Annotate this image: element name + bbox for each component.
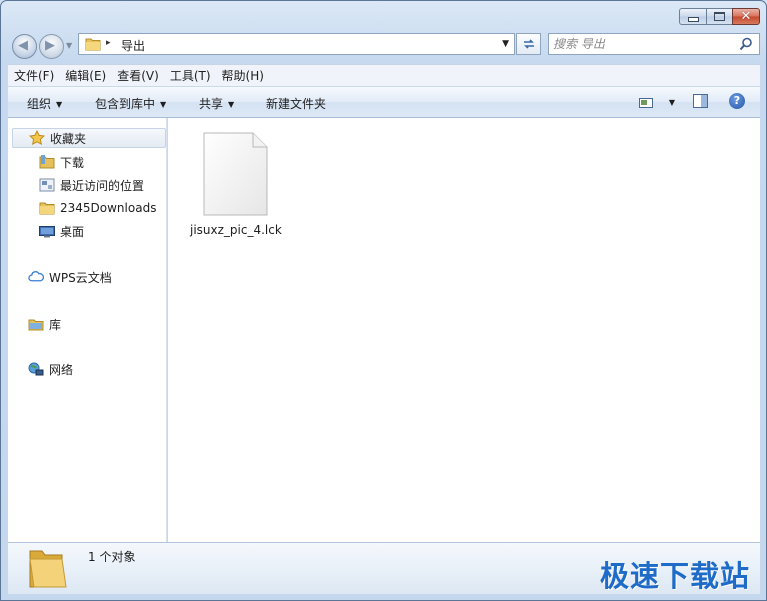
breadcrumb-separator[interactable]: ▸ [106, 38, 111, 48]
nav-desktop-label: 桌面 [60, 224, 85, 239]
menu-file[interactable]: 文件(F) [8, 67, 59, 84]
nav-network[interactable]: 网络 [28, 359, 73, 379]
nav-favorites-label: 收藏夹 [50, 131, 87, 146]
nav-desktop[interactable]: 桌面 [39, 221, 84, 241]
recent-pages-dropdown[interactable]: ▼ [66, 41, 72, 50]
close-button[interactable]: ✕ [732, 8, 760, 25]
chevron-down-icon: ▼ [56, 100, 63, 109]
minimize-button[interactable] [679, 8, 706, 25]
share-label: 共享 [199, 97, 224, 111]
folder-download-icon [39, 155, 55, 169]
menu-edit[interactable]: 编辑(E) [59, 67, 111, 84]
command-bar: 组织 ▼ 包含到库中 ▼ 共享 ▼ 新建文件夹 ▼ ? [8, 87, 760, 118]
star-icon [29, 130, 45, 146]
nav-libraries-label: 库 [49, 317, 62, 332]
nav-recent-places-label: 最近访问的位置 [60, 178, 145, 193]
explorer-window: ✕ ◀ ▶ ▼ ▸ 导出 ▼ 文件(F) 编辑(E) 查看(V) 工具(T) 帮… [0, 0, 767, 601]
file-item[interactable]: jisuxz_pic_4.lck [190, 132, 282, 237]
refresh-icon [523, 39, 534, 49]
search-icon[interactable] [739, 37, 753, 51]
forward-arrow-icon: ▶ [45, 38, 55, 53]
new-folder-label: 新建文件夹 [266, 97, 327, 111]
help-icon[interactable]: ? [729, 93, 745, 109]
nav-recent-places[interactable]: 最近访问的位置 [39, 175, 144, 195]
change-view-button[interactable]: ▼ [639, 95, 675, 109]
folder-icon [39, 202, 55, 215]
nav-wps-cloud-label: WPS云文档 [49, 270, 112, 285]
nav-favorites[interactable]: 收藏夹 [12, 128, 166, 148]
file-list-pane[interactable]: jisuxz_pic_4.lck [168, 118, 760, 542]
breadcrumb-current[interactable]: 导出 [121, 37, 145, 54]
menu-tools[interactable]: 工具(T) [164, 67, 216, 84]
chevron-down-icon: ▼ [668, 98, 675, 107]
chevron-down-icon: ▼ [160, 100, 167, 109]
search-input[interactable] [553, 36, 733, 52]
folder-icon [85, 38, 101, 51]
file-name: jisuxz_pic_4.lck [190, 223, 282, 237]
nav-network-label: 网络 [49, 362, 74, 377]
back-button[interactable]: ◀ [12, 34, 37, 59]
file-icon [203, 132, 268, 216]
recent-places-icon [39, 178, 55, 192]
preview-pane-icon[interactable] [693, 94, 708, 108]
refresh-button[interactable] [516, 33, 541, 55]
nav-2345downloads[interactable]: 2345Downloads [39, 198, 156, 218]
folder-icon [29, 550, 67, 588]
nav-2345downloads-label: 2345Downloads [60, 201, 157, 215]
details-pane: 1 个对象 极速下载站 [8, 542, 760, 594]
maximize-icon [714, 12, 725, 21]
caption-buttons: ✕ [679, 8, 760, 25]
navigation-pane: 收藏夹 下载 最近访问的位置 2345Downloads 桌面 WPS云文档 库… [8, 118, 167, 542]
menu-help[interactable]: 帮助(H) [216, 67, 269, 84]
nav-downloads[interactable]: 下载 [39, 152, 84, 172]
menu-view[interactable]: 查看(V) [111, 67, 164, 84]
library-icon [28, 319, 44, 331]
include-in-library-button[interactable]: 包含到库中 ▼ [95, 95, 166, 112]
address-bar[interactable]: ▸ 导出 ▼ [78, 33, 515, 55]
nav-libraries[interactable]: 库 [28, 314, 61, 334]
organize-button[interactable]: 组织 ▼ [27, 95, 62, 112]
address-dropdown-button[interactable]: ▼ [502, 39, 509, 49]
back-arrow-icon: ◀ [18, 38, 28, 53]
menu-bar: 文件(F) 编辑(E) 查看(V) 工具(T) 帮助(H) [8, 64, 760, 86]
cloud-icon [28, 271, 44, 282]
view-icon [639, 97, 653, 108]
desktop-icon [39, 226, 55, 238]
nav-downloads-label: 下载 [60, 155, 85, 170]
forward-button[interactable]: ▶ [39, 34, 64, 59]
watermark-logo: 极速下载站 [600, 559, 751, 593]
chevron-down-icon: ▼ [228, 100, 235, 109]
organize-label: 组织 [27, 97, 52, 111]
network-icon [28, 362, 44, 376]
search-box[interactable] [548, 33, 760, 55]
nav-wps-cloud[interactable]: WPS云文档 [28, 267, 112, 287]
new-folder-button[interactable]: 新建文件夹 [266, 95, 326, 112]
minimize-icon [687, 17, 699, 22]
close-icon: ✕ [740, 9, 752, 24]
include-in-library-label: 包含到库中 [95, 97, 156, 111]
share-button[interactable]: 共享 ▼ [199, 95, 234, 112]
item-count: 1 个对象 [88, 550, 136, 564]
maximize-button[interactable] [706, 8, 732, 25]
